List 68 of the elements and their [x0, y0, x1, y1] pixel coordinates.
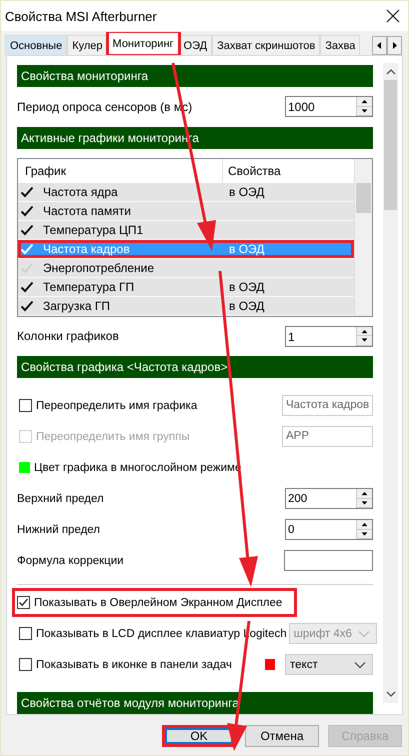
graph-properties: в ОЭД — [228, 184, 264, 198]
scroll-down-icon[interactable] — [386, 690, 396, 698]
checkmark-icon[interactable] — [20, 280, 34, 292]
list-row[interactable]: Частота памяти — [18, 202, 354, 220]
text-field[interactable] — [284, 550, 373, 571]
field-label: Нижний предел — [17, 524, 100, 536]
color-swatch[interactable] — [265, 659, 275, 670]
list-row[interactable]: Частота ядра в ОЭД — [18, 182, 354, 202]
checkbox[interactable]: Переопределить имя графика — [17, 397, 200, 414]
dropdown[interactable]: текст — [285, 654, 373, 675]
graph-properties: в ОЭД — [228, 242, 264, 256]
chevron-down-icon — [354, 660, 366, 668]
close-icon[interactable] — [386, 9, 400, 23]
scroll-thumb[interactable] — [356, 182, 371, 212]
tab[interactable]: ОЭД — [178, 35, 212, 55]
scroll-right-icon[interactable] — [387, 36, 402, 55]
graph-name: Энергопотребление — [42, 260, 156, 274]
checkmark-icon[interactable] — [20, 300, 34, 312]
graph-name: Частота памяти — [42, 204, 132, 218]
graph-name: Температура ЦП1 — [42, 222, 144, 236]
field-label: Верхний предел — [17, 492, 104, 504]
list-row[interactable]: Температура ГП в ОЭД — [18, 278, 354, 296]
graph-name: Частота ядра — [42, 184, 119, 198]
dialog-button[interactable]: Отмена — [245, 725, 319, 747]
color-swatch[interactable] — [19, 462, 30, 473]
checkmark-icon[interactable] — [20, 204, 34, 216]
scroll-left-icon[interactable] — [372, 36, 387, 55]
field-label: Колонки графиков — [17, 329, 119, 344]
checkmark-icon[interactable] — [20, 224, 34, 236]
text-field[interactable]: Частота кадров — [282, 395, 373, 416]
list-row[interactable]: Температура ЦП1 — [18, 220, 354, 240]
scrollbar[interactable] — [354, 158, 372, 316]
list-row[interactable]: Энергопотребление — [18, 258, 354, 278]
checkbox[interactable]: Показывать в иконке в панели задач — [17, 656, 234, 673]
tab[interactable]: Мониторинг — [108, 32, 179, 55]
graph-name: Частота кадров — [42, 242, 131, 256]
graph-properties: в ОЭД — [228, 280, 264, 294]
scrollbar[interactable] — [383, 63, 398, 703]
field-label: Формула коррекции — [17, 554, 124, 566]
tab[interactable]: Кулер — [67, 35, 108, 55]
chevron-down-icon — [358, 630, 370, 638]
graph-properties: в ОЭД — [228, 298, 264, 312]
graph-name: Температура ГП — [42, 280, 136, 294]
list-row[interactable]: Загрузка ГП в ОЭД — [18, 296, 354, 316]
checkbox[interactable]: Показывать в Оверлейном Экранном Дисплее — [12, 588, 298, 617]
checkmark-icon[interactable] — [20, 186, 34, 198]
tab[interactable]: Захва — [320, 35, 360, 55]
column-header: Свойства — [227, 164, 281, 178]
spin-up-icon[interactable] — [357, 520, 372, 530]
tab[interactable]: Захват скриншотов — [212, 35, 320, 55]
scroll-thumb[interactable] — [384, 80, 397, 210]
spin-down-icon[interactable] — [357, 336, 372, 346]
section-header: Свойства графика <Частота кадров> — [17, 356, 373, 378]
graph-name: Загрузка ГП — [42, 298, 111, 312]
spin-up-icon[interactable] — [357, 97, 372, 107]
dialog-button[interactable]: OK — [162, 725, 236, 747]
section-header: Свойства отчётов модуля мониторинга — [17, 692, 373, 714]
tab[interactable]: Основные — [5, 35, 68, 55]
section-header: Свойства мониторинга — [17, 65, 373, 87]
spin-up-icon[interactable] — [357, 326, 372, 336]
spin-field[interactable]: 200 — [285, 488, 373, 509]
spin-field[interactable]: 1 — [285, 326, 373, 347]
checkmark-icon — [18, 597, 29, 608]
spin-field[interactable]: 1000 — [285, 96, 373, 118]
spin-up-icon[interactable] — [357, 489, 372, 498]
window-title: Свойства MSI Afterburner — [5, 8, 157, 24]
spin-field[interactable]: 0 — [285, 519, 373, 540]
scroll-up-icon[interactable] — [386, 68, 396, 76]
